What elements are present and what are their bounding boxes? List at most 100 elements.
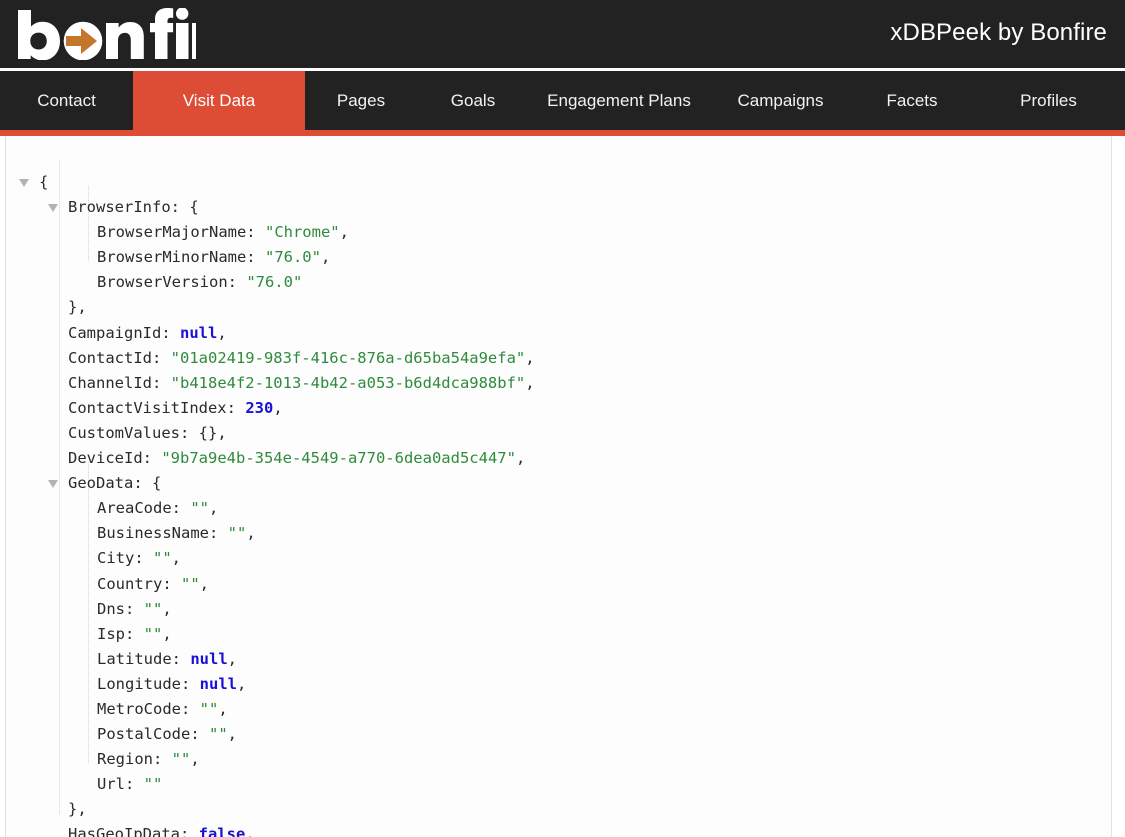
- json-punctuation: ,: [218, 699, 228, 718]
- bonfire-logo[interactable]: [14, 8, 196, 60]
- json-literal-value: null: [199, 674, 237, 693]
- json-line-text: DeviceId: "9b7a9e4b-354e-4549-a770-6dea0…: [68, 446, 525, 471]
- tab-label: Profiles: [1020, 90, 1077, 110]
- json-line-text: Country: "",: [97, 572, 209, 597]
- json-line-text: ContactVisitIndex: 230,: [68, 396, 283, 421]
- json-punctuation: ,: [162, 624, 172, 643]
- json-key: Region:: [97, 750, 172, 769]
- json-tree: { BrowserInfo: {BrowserMajorName: "Chrome…: [6, 161, 1111, 837]
- json-string-value: "": [143, 775, 163, 794]
- json-line: Isp: "",: [6, 622, 1111, 647]
- json-line: CustomValues: {},: [6, 421, 1111, 446]
- app-root: xDBPeek by Bonfire Contact Visit Data Page…: [0, 0, 1125, 837]
- json-line-text: GeoData: {: [68, 471, 161, 496]
- json-key: AreaCode:: [97, 499, 191, 518]
- json-punctuation: {},: [198, 423, 227, 442]
- json-string-value: "": [153, 549, 172, 568]
- json-key: CampaignId:: [68, 323, 180, 342]
- json-string-value: "": [171, 750, 191, 769]
- collapse-triangle-icon[interactable]: [48, 204, 58, 213]
- json-string-value: "": [143, 599, 163, 618]
- json-line: BrowserVersion: "76.0": [6, 270, 1111, 295]
- json-line-text: MetroCode: "",: [97, 697, 228, 722]
- json-punctuation: {: [39, 173, 49, 191]
- json-punctuation: ,: [525, 373, 535, 392]
- collapse-triangle-icon[interactable]: [19, 179, 29, 187]
- json-line-text: BrowserMinorName: "76.0",: [97, 245, 330, 270]
- json-punctuation: ,: [320, 248, 331, 267]
- json-line: },: [6, 295, 1111, 320]
- json-string-value: "": [208, 725, 228, 744]
- json-line: {: [6, 170, 1111, 195]
- json-line-text: BrowserMajorName: "Chrome",: [97, 220, 349, 245]
- json-literal-value: 230: [245, 398, 274, 417]
- json-key: GeoData:: [68, 474, 152, 493]
- json-line-text: ChannelId: "b418e4f2-1013-4b42-a053-b6d4…: [68, 371, 535, 396]
- json-punctuation: ,: [236, 674, 247, 693]
- json-literal-value: null: [179, 323, 218, 342]
- json-line: ChannelId: "b418e4f2-1013-4b42-a053-b6d4…: [6, 371, 1111, 396]
- json-string-value: "76.0": [246, 273, 303, 292]
- json-string-value: "76.0": [264, 248, 321, 267]
- json-key: ChannelId:: [68, 373, 171, 392]
- json-line: BrowserInfo: {: [6, 195, 1111, 220]
- json-line-text: CampaignId: null,: [68, 321, 227, 346]
- tab-goals[interactable]: Goals: [417, 71, 529, 130]
- json-line-text: Longitude: null,: [97, 672, 246, 697]
- tab-facets[interactable]: Facets: [852, 71, 972, 130]
- json-line: Longitude: null,: [6, 672, 1111, 697]
- json-line-text: City: "",: [97, 546, 181, 571]
- json-line-text: },: [68, 797, 87, 822]
- json-line: BrowserMajorName: "Chrome",: [6, 220, 1111, 245]
- json-punctuation: {: [152, 474, 162, 493]
- json-line-text: HasGeoIpData: false,: [68, 822, 255, 837]
- json-line-text: },: [68, 295, 87, 320]
- json-line: ContactVisitIndex: 230,: [6, 396, 1111, 421]
- json-line: BusinessName: "",: [6, 521, 1111, 546]
- collapse-triangle-icon[interactable]: [48, 480, 58, 489]
- json-line: GeoData: {: [6, 471, 1111, 496]
- json-literal-value: false: [198, 825, 246, 837]
- json-string-value: "b418e4f2-1013-4b42-a053-b6d4dca988bf": [170, 373, 526, 392]
- json-line-text: Url: "": [97, 772, 162, 797]
- json-key: ContactId:: [68, 348, 171, 367]
- json-string-value: "Chrome": [264, 223, 340, 242]
- json-punctuation: ,: [227, 725, 237, 744]
- json-punctuation: ,: [525, 348, 535, 367]
- json-punctuation: ,: [227, 649, 237, 668]
- json-string-value: "9b7a9e4b-354e-4549-a770-6dea0ad5c447": [161, 449, 516, 468]
- json-key: MetroCode:: [97, 699, 200, 718]
- json-string-value: "": [190, 499, 209, 518]
- json-key: Country:: [97, 574, 181, 593]
- json-line: BrowserMinorName: "76.0",: [6, 245, 1111, 270]
- json-line-text: Dns: "",: [97, 597, 172, 622]
- json-viewer-panel[interactable]: { BrowserInfo: {BrowserMajorName: "Chrome…: [5, 136, 1112, 837]
- json-punctuation: ,: [209, 499, 219, 518]
- tab-visit-data[interactable]: Visit Data: [133, 71, 305, 130]
- tab-campaigns[interactable]: Campaigns: [709, 71, 852, 130]
- json-string-value: "01a02419-983f-416c-876a-d65ba54a9efa": [170, 348, 526, 367]
- tab-engagement-plans[interactable]: Engagement Plans: [529, 71, 709, 130]
- tab-label: Contact: [37, 90, 96, 110]
- json-key: DeviceId:: [68, 449, 162, 468]
- json-punctuation: ,: [273, 398, 283, 417]
- json-line-text: ContactId: "01a02419-983f-416c-876a-d65b…: [68, 346, 535, 371]
- json-line-text: CustomValues: {},: [68, 421, 227, 446]
- json-line-text: AreaCode: "",: [97, 496, 218, 521]
- json-line-text: Isp: "",: [97, 622, 172, 647]
- json-key: Latitude:: [97, 649, 191, 668]
- json-punctuation: ,: [245, 825, 255, 837]
- json-line-text: BrowserVersion: "76.0": [97, 270, 302, 295]
- json-line-text: Region: "",: [97, 747, 200, 772]
- json-line: Latitude: null,: [6, 647, 1111, 672]
- json-string-value: "": [181, 574, 200, 593]
- json-line: ContactId: "01a02419-983f-416c-876a-d65b…: [6, 346, 1111, 371]
- tab-pages[interactable]: Pages: [305, 71, 417, 130]
- tab-label: Facets: [886, 90, 938, 110]
- tab-profiles[interactable]: Profiles: [972, 71, 1125, 130]
- tab-contact[interactable]: Contact: [0, 71, 133, 130]
- json-key: Longitude:: [97, 674, 200, 693]
- product-title: xDBPeek by Bonfire: [890, 19, 1107, 46]
- json-line: Dns: "",: [6, 597, 1111, 622]
- tab-label: Engagement Plans: [547, 90, 691, 110]
